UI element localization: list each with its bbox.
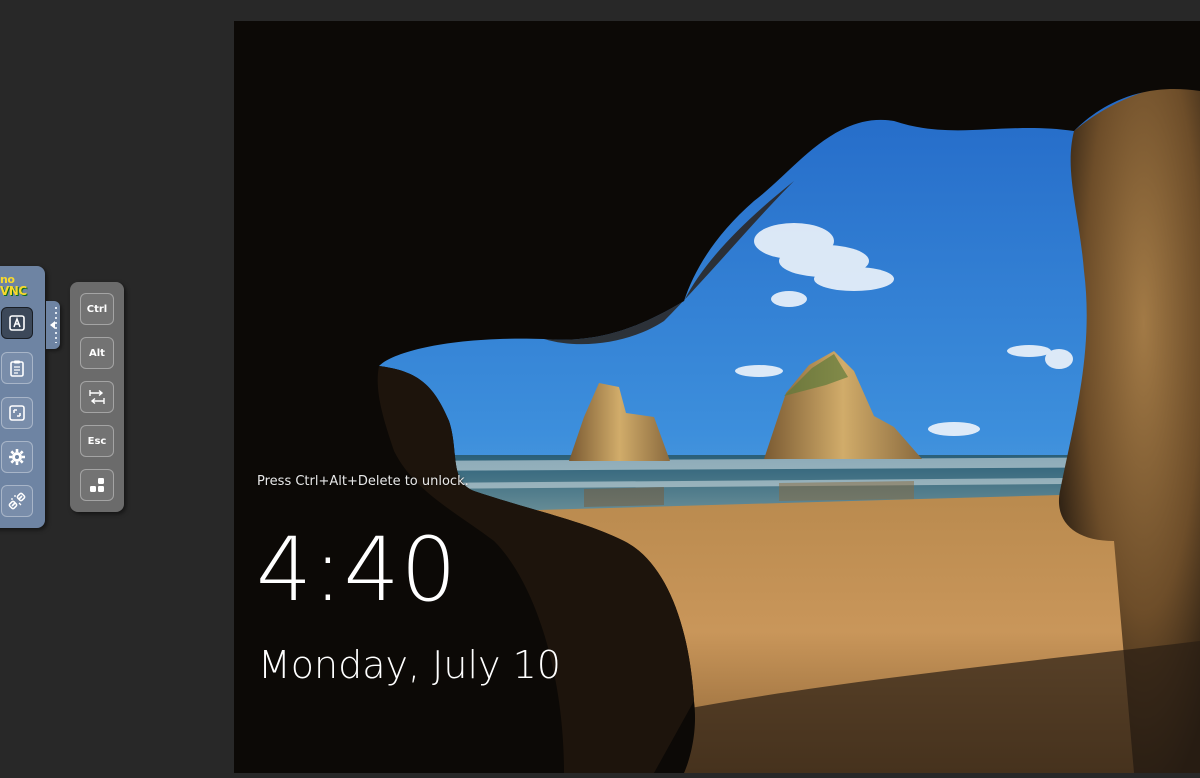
novnc-control-bar: no VNC bbox=[0, 266, 45, 528]
settings-button[interactable] bbox=[1, 441, 33, 473]
novnc-page: Press Ctrl+Alt+Delete to unlock. 4:40 Mo… bbox=[0, 0, 1200, 778]
disconnect-icon bbox=[8, 492, 26, 510]
esc-key-button[interactable]: Esc bbox=[80, 425, 114, 457]
extra-keys-panel: Ctrl Alt Esc bbox=[70, 282, 124, 512]
logo-vnc: VNC bbox=[0, 284, 27, 298]
tab-key-button[interactable] bbox=[80, 381, 114, 413]
remote-screen[interactable]: Press Ctrl+Alt+Delete to unlock. 4:40 Mo… bbox=[234, 21, 1200, 773]
ctrl-alt-del-button[interactable] bbox=[80, 469, 114, 501]
fullscreen-icon bbox=[9, 405, 25, 421]
keyboard-icon bbox=[9, 315, 25, 331]
novnc-logo: no VNC bbox=[0, 274, 42, 304]
tab-icon bbox=[89, 389, 105, 405]
control-bar-handle[interactable] bbox=[46, 301, 60, 349]
ctrl-alt-del-icon bbox=[90, 478, 104, 492]
clipboard-button[interactable] bbox=[1, 352, 33, 384]
ctrl-key-button[interactable]: Ctrl bbox=[80, 293, 114, 325]
gear-icon bbox=[9, 449, 25, 465]
lock-time: 4:40 bbox=[256, 518, 458, 621]
lock-date: Monday, July 10 bbox=[258, 643, 561, 687]
disconnect-button[interactable] bbox=[1, 485, 33, 517]
unlock-hint: Press Ctrl+Alt+Delete to unlock. bbox=[257, 474, 469, 489]
collapse-arrow-icon bbox=[50, 321, 55, 329]
alt-key-button[interactable]: Alt bbox=[80, 337, 114, 369]
keyboard-button[interactable] bbox=[1, 307, 33, 339]
handle-grip bbox=[55, 307, 57, 343]
clipboard-icon bbox=[10, 360, 24, 377]
fullscreen-button[interactable] bbox=[1, 397, 33, 429]
